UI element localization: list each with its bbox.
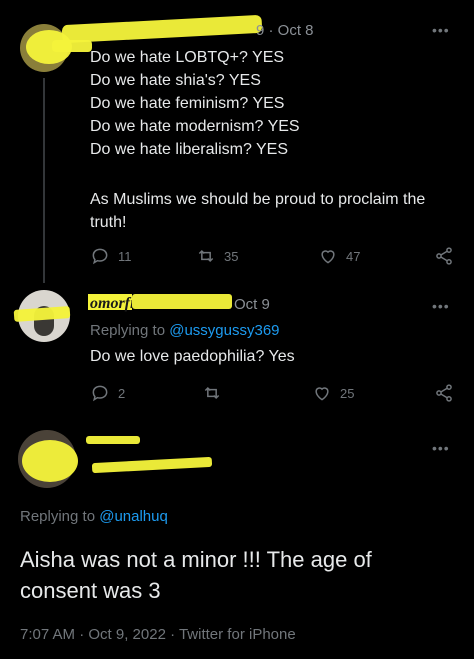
timestamp: 7:07 AM · Oct 9, 2022 · Twitter for iPho…: [20, 626, 296, 643]
reply-count: 2: [118, 385, 126, 401]
redaction-mark: [91, 456, 213, 474]
replying-to: Replying to @ussygussy369: [90, 322, 280, 339]
tweet-body: Do we love paedophilia? Yes: [90, 348, 295, 365]
tweet-body: Do we hate LOBTQ+? YES Do we hate shia's…: [90, 46, 462, 234]
tweet-line: consent was 3: [20, 578, 161, 603]
tweet-line: [90, 161, 462, 184]
like-count: 25: [340, 385, 355, 401]
thread-line: [43, 78, 45, 283]
replying-label: Replying to: [20, 508, 100, 525]
retweet-count: 35: [224, 248, 239, 264]
retweet-icon: [204, 386, 220, 400]
like-button[interactable]: 47: [318, 246, 360, 266]
tweet-date: Oct 9: [234, 296, 270, 313]
like-button[interactable]: 25: [312, 383, 354, 403]
like-count: 47: [346, 248, 361, 264]
tweet-line: Do we hate feminism? YES: [90, 95, 285, 112]
author-name[interactable]: omorfi: [90, 292, 134, 315]
tweet-line: Aisha was not a minor !!! The age of: [20, 547, 372, 572]
redaction-mark: [132, 294, 232, 309]
tweet-body: Aisha was not a minor !!! The age of con…: [20, 544, 460, 606]
retweet-button[interactable]: [202, 383, 222, 403]
more-icon[interactable]: •••: [432, 22, 450, 38]
like-icon: [321, 250, 335, 264]
more-icon[interactable]: •••: [432, 440, 450, 456]
reply-icon: [92, 385, 108, 402]
reply-button[interactable]: 2: [90, 383, 125, 403]
more-icon[interactable]: •••: [432, 298, 450, 314]
tweet-line: Do we hate shia's? YES: [90, 72, 261, 89]
tweet-line: truth!: [90, 214, 127, 231]
retweet-icon: [198, 249, 214, 263]
tweet-line: Do we hate modernism? YES: [90, 118, 300, 135]
replying-label: Replying to: [90, 322, 170, 339]
share-button[interactable]: [434, 383, 454, 403]
replying-handle-link[interactable]: @ussygussy369: [169, 322, 279, 339]
share-icon: [436, 247, 452, 265]
tweet-date: 9 · Oct 8: [256, 22, 314, 39]
retweet-button[interactable]: 35: [196, 246, 238, 266]
reply-button[interactable]: 11: [90, 246, 132, 266]
redaction-mark: [61, 14, 263, 44]
like-icon: [315, 387, 329, 401]
replying-handle-link[interactable]: @unalhuq: [99, 508, 168, 525]
reply-count: 11: [118, 248, 132, 264]
reply-icon: [92, 248, 108, 265]
replying-to: Replying to @unalhuq: [20, 508, 168, 525]
redaction-mark: [22, 440, 78, 482]
tweet-line: As Muslims we should be proud to proclai…: [90, 191, 426, 208]
tweet-line: Do we hate LOBTQ+? YES: [90, 49, 285, 66]
redaction-mark: [52, 40, 92, 52]
tweet-line: Do we hate liberalism? YES: [90, 141, 289, 158]
share-button[interactable]: [434, 246, 454, 266]
redaction-mark: [86, 436, 140, 444]
share-icon: [436, 384, 452, 402]
